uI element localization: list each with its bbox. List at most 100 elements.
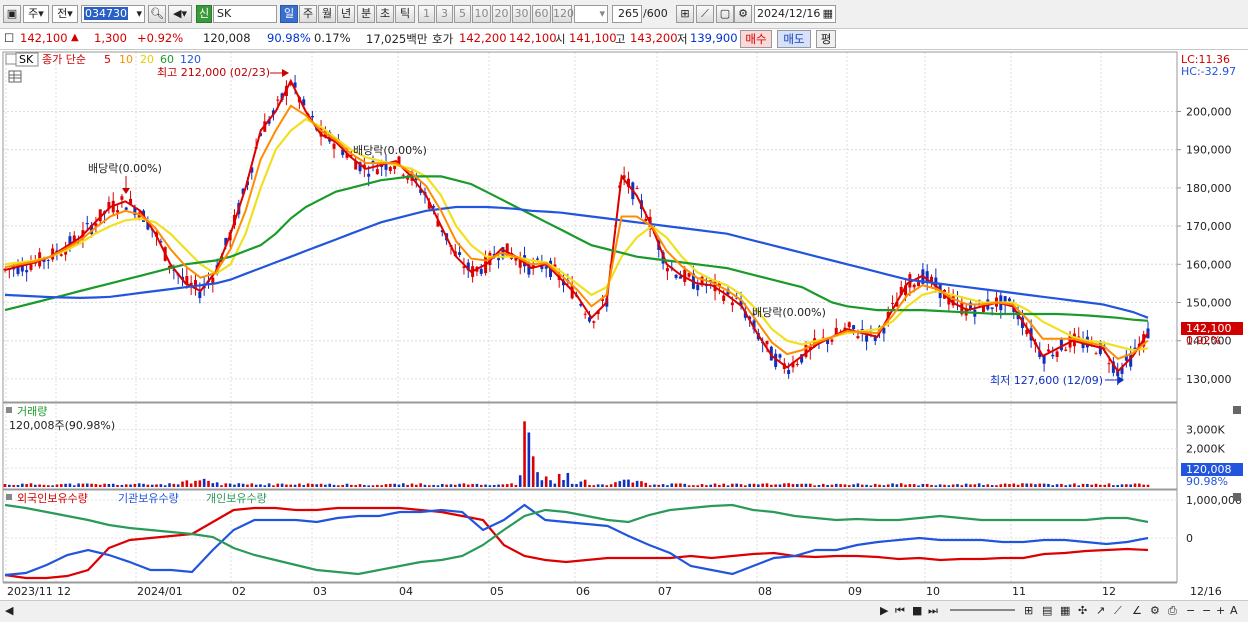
minus-icon[interactable]: − [1202, 604, 1211, 617]
date-input[interactable]: 2024/12/16 ▦ [754, 5, 836, 23]
volume-bar [821, 483, 825, 487]
layout-icon[interactable]: ▣ [3, 5, 21, 23]
minute-1-button[interactable]: 1 [418, 5, 435, 23]
crosshair-icon[interactable]: ✣ [1078, 604, 1087, 617]
minute-120-button[interactable]: 120 [552, 5, 574, 23]
plus-icon[interactable]: + [1216, 604, 1225, 617]
candle-body [891, 303, 895, 305]
period-year-button[interactable]: 년 [337, 5, 355, 23]
candle-body [401, 174, 405, 176]
volume-bar [215, 482, 219, 487]
volume-bar [419, 483, 422, 487]
trend-icon[interactable]: ↗ [1096, 604, 1105, 617]
stock-code-input[interactable]: 034730 ▾ [81, 5, 145, 23]
volume-bar [765, 483, 769, 487]
volume-bar [618, 481, 622, 487]
forward-icon[interactable]: ⏭ [928, 604, 938, 618]
volume-bar [1060, 483, 1063, 487]
volume-bar [72, 485, 76, 487]
prev-select[interactable]: 전▾ [52, 5, 78, 23]
window-icon[interactable]: ▢ [716, 5, 734, 23]
minute-custom-select[interactable]: ▾ [574, 5, 608, 23]
hc-value: HC:-32.97 [1181, 65, 1236, 78]
x-tick-label: 12/16 [1190, 585, 1222, 598]
evaluate-button[interactable]: 평 [816, 30, 836, 48]
volume-bar [8, 484, 11, 487]
candle-body [847, 322, 851, 328]
period-week-button[interactable]: 주 [299, 5, 317, 23]
display-count-input[interactable]: 265 [612, 5, 642, 23]
angle-icon[interactable]: ∠ [1132, 604, 1142, 617]
period-tick-button[interactable]: 틱 [395, 5, 415, 23]
checkbox-icon[interactable]: ☐ [4, 31, 14, 45]
minute-3-button[interactable]: 3 [436, 5, 453, 23]
minute-60-button[interactable]: 60 [532, 5, 551, 23]
volume-bar [921, 483, 925, 487]
volume-bar [687, 485, 691, 487]
stock-name-field[interactable]: SK [213, 5, 277, 23]
x-tick-label: 2024/01 [137, 585, 183, 598]
holdings-close-icon[interactable] [1233, 493, 1241, 501]
image-icon[interactable]: ▦ [1060, 604, 1070, 617]
volume-panel-icon[interactable] [6, 407, 12, 413]
volume-bar [1090, 484, 1094, 487]
settings-icon[interactable]: ⚙ [1150, 604, 1160, 617]
panel-menu-icon[interactable] [5, 53, 17, 65]
volume-bar [804, 483, 808, 487]
period-month-button[interactable]: 월 [318, 5, 336, 23]
volume-bar [94, 484, 98, 487]
volume-bar [1034, 484, 1037, 487]
minute-5-button[interactable]: 5 [454, 5, 471, 23]
volume-bar [774, 484, 777, 487]
gear-icon[interactable]: ⚙ [734, 5, 752, 23]
volume-bar [380, 485, 383, 487]
holdings-panel-icon[interactable] [6, 494, 12, 500]
zoom-in-icon[interactable]: ⊞ [1024, 604, 1033, 617]
volume-bar [869, 485, 873, 487]
period-select[interactable]: 주▾ [23, 5, 49, 23]
panel-icon[interactable]: ▤ [1042, 604, 1052, 617]
volume-bar [415, 484, 418, 487]
volume-tick-label: 3,000K [1186, 424, 1225, 437]
dividend-annotation-2: 배당락(0.00%) [353, 144, 427, 157]
volume-bar [475, 483, 479, 487]
volume-bar [471, 484, 474, 487]
scroll-left-icon[interactable]: ◀ [5, 604, 13, 617]
volume-bar [479, 484, 483, 487]
buy-button[interactable]: 매수 [740, 30, 772, 48]
stop-icon[interactable]: ■ [912, 604, 922, 617]
volume-bar [930, 484, 933, 487]
low-price: 139,900 [690, 31, 738, 45]
volume-bar [263, 485, 267, 487]
search-icon[interactable]: 🔍︎ [148, 5, 166, 23]
calendar-icon[interactable]: ▦ [823, 6, 833, 22]
minute-30-button[interactable]: 30 [512, 5, 531, 23]
scroll-right-icon[interactable]: ▶ [880, 604, 888, 617]
font-size-icon[interactable]: A [1230, 604, 1238, 617]
volume-bar [964, 483, 968, 487]
x-tick-label: 05 [490, 585, 504, 598]
volume-bar [168, 483, 171, 487]
period-second-button[interactable]: 초 [376, 5, 394, 23]
volume-close-icon[interactable] [1233, 406, 1241, 414]
minute-20-button[interactable]: 20 [492, 5, 511, 23]
volume-bar [85, 483, 89, 487]
period-day-button[interactable]: 일 [280, 5, 298, 23]
table-icon[interactable] [8, 70, 22, 83]
minute-10-button[interactable]: 10 [472, 5, 491, 23]
grid-tool-icon[interactable]: ⊞ [676, 5, 694, 23]
rewind-icon[interactable]: ⏮ [895, 604, 905, 618]
zoom-out-icon[interactable]: − [1186, 604, 1195, 617]
line-icon[interactable]: ⟋ [1114, 604, 1122, 618]
volume-bar [34, 484, 37, 487]
volume-bar [228, 483, 232, 487]
speaker-icon[interactable]: ◀▾ [168, 5, 192, 23]
sell-button[interactable]: 매도 [777, 30, 811, 48]
print-icon[interactable]: ⎙ [1168, 604, 1177, 618]
volume-bar [990, 485, 994, 487]
volume-bar [406, 484, 409, 487]
draw-tool-icon[interactable]: ⟋ [696, 5, 714, 23]
candle-body [367, 173, 371, 177]
period-minute-button[interactable]: 분 [357, 5, 375, 23]
zoom-slider[interactable] [950, 609, 1015, 611]
